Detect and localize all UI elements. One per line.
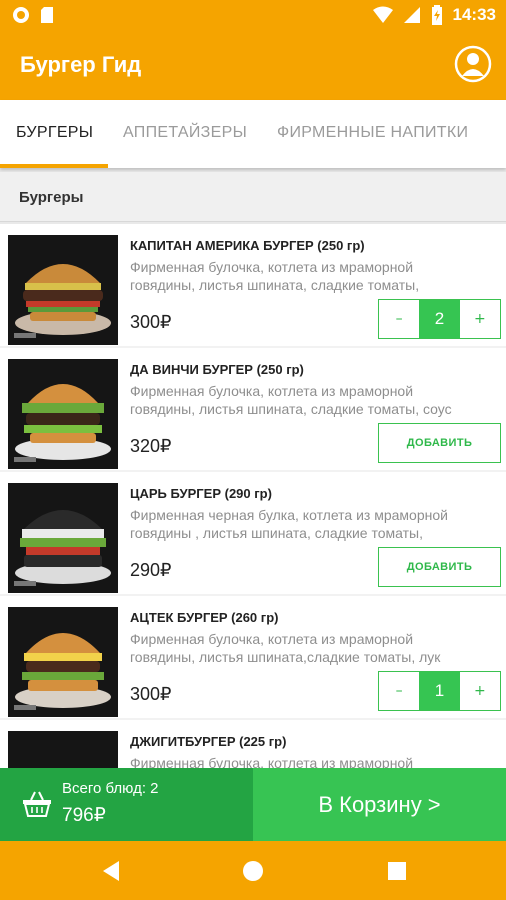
category-tabs: БУРГЕРЫ АППЕТАЙЗЕРЫ ФИРМЕННЫЕ НАПИТКИ <box>0 100 506 168</box>
item-description: Фирменная булочка, котлета из мраморной <box>130 755 414 769</box>
burger-photo <box>8 607 118 717</box>
cart-summary[interactable]: Всего блюд: 2 796₽ <box>0 768 253 841</box>
burger-photo <box>8 235 118 345</box>
list-item[interactable]: АЦТЕК БУРГЕР (260 гр) Фирменная булочка,… <box>0 596 506 718</box>
burger-photo <box>8 359 118 469</box>
tab-burgers[interactable]: БУРГЕРЫ <box>16 124 93 142</box>
recents-square-icon[interactable] <box>384 858 410 884</box>
item-description: Фирменная булочка, котлета из мраморной … <box>130 631 441 665</box>
item-name: ДЖИГИТБУРГЕР (225 гр) <box>130 734 287 749</box>
system-nav-bar <box>0 841 506 900</box>
active-tab-indicator <box>0 164 108 168</box>
item-price: 320₽ <box>130 436 172 456</box>
item-description: Фирменная булочка, котлета из мраморной … <box>130 383 452 417</box>
app-title: Бургер Гид <box>20 52 142 77</box>
add-button[interactable]: ДОБАВИТЬ <box>378 423 501 463</box>
decrease-button[interactable]: – <box>379 672 419 710</box>
quantity-stepper: – 2 + <box>378 299 501 339</box>
menu-list[interactable]: КАПИТАН АМЕРИКА БУРГЕР (250 гр) Фирменна… <box>0 224 506 769</box>
app-bar: Бургер Гид <box>0 32 506 100</box>
go-to-cart-button[interactable]: В Корзину > <box>253 768 506 841</box>
sync-status-icon <box>13 7 29 23</box>
section-header: Бургеры <box>0 172 506 222</box>
quantity-value: 1 <box>419 672 460 710</box>
item-description: Фирменная булочка, котлета из мраморной … <box>130 259 420 293</box>
cart-bar: Всего блюд: 2 796₽ В Корзину > <box>0 768 506 841</box>
list-item[interactable]: КАПИТАН АМЕРИКА БУРГЕР (250 гр) Фирменна… <box>0 224 506 346</box>
burger-photo <box>8 731 118 769</box>
home-circle-icon[interactable] <box>240 858 266 884</box>
list-item[interactable]: ДЖИГИТБУРГЕР (225 гр) Фирменная булочка,… <box>0 720 506 769</box>
sd-card-icon <box>41 7 53 23</box>
item-name: КАПИТАН АМЕРИКА БУРГЕР (250 гр) <box>130 238 365 253</box>
add-button[interactable]: ДОБАВИТЬ <box>378 547 501 587</box>
basket-icon <box>23 791 51 817</box>
tab-signature-drinks[interactable]: ФИРМЕННЫЕ НАПИТКИ <box>277 124 468 142</box>
item-name: ДА ВИНЧИ БУРГЕР (250 гр) <box>130 362 304 377</box>
item-price: 290₽ <box>130 560 172 580</box>
signal-icon <box>403 7 420 23</box>
tab-appetizers[interactable]: АППЕТАЙЗЕРЫ <box>123 124 247 142</box>
decrease-button[interactable]: – <box>379 300 419 338</box>
burger-photo <box>8 483 118 593</box>
back-triangle-icon[interactable] <box>98 858 124 884</box>
clock: 14:33 <box>452 5 496 24</box>
cart-item-count: Всего блюд: 2 <box>62 780 159 797</box>
item-price: 300₽ <box>130 684 172 704</box>
battery-icon <box>431 5 442 25</box>
status-bar: 14:33 <box>0 0 506 32</box>
item-name: АЦТЕК БУРГЕР (260 гр) <box>130 610 279 625</box>
increase-button[interactable]: + <box>460 300 500 338</box>
account-circle-icon[interactable] <box>454 45 492 83</box>
item-description: Фирменная черная булка, котлета из мрамо… <box>130 507 448 541</box>
cart-total: 796₽ <box>62 805 106 826</box>
item-price: 300₽ <box>130 312 172 332</box>
wifi-icon <box>372 6 393 23</box>
section-title: Бургеры <box>19 189 84 206</box>
list-item[interactable]: ДА ВИНЧИ БУРГЕР (250 гр) Фирменная булоч… <box>0 348 506 470</box>
quantity-stepper: – 1 + <box>378 671 501 711</box>
item-name: ЦАРЬ БУРГЕР (290 гр) <box>130 486 272 501</box>
list-item[interactable]: ЦАРЬ БУРГЕР (290 гр) Фирменная черная бу… <box>0 472 506 594</box>
increase-button[interactable]: + <box>460 672 500 710</box>
quantity-value: 2 <box>419 300 460 338</box>
